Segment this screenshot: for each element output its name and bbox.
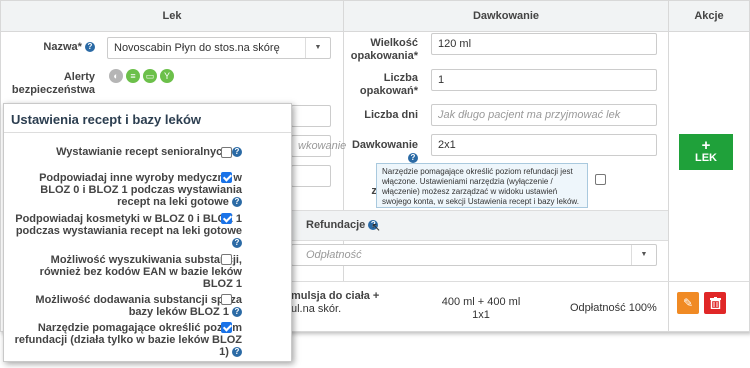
wielkosc-label: Wielkość opakowania* [350,37,418,62]
setting-label: Możliwość wyszukiwania substancji, równi… [39,254,242,290]
settings-panel: Ustawienia recept i bazy leków Wystawian… [3,103,292,362]
setting-label: Podpowiadaj inne wyroby medyczne w BLOZ … [39,172,242,208]
refundacje-tooltip: Narzędzie pomagające określić poziom ref… [376,163,588,208]
help-icon[interactable]: ? [85,42,95,53]
dawkowanie-input[interactable]: 2x1 [431,134,657,156]
glass-icon[interactable]: Y [160,69,174,83]
setting-label: Podpowiadaj kosmetyki w BLOZ 0 i BLOZ 1 … [15,213,242,249]
nazwa-label: Nazwa* ? [31,41,95,54]
setting-checkbox-cosmetics[interactable] [221,213,232,224]
list-item-quantity: 400 ml + 400 ml 1x1 [441,296,521,321]
setting-label: Możliwość dodawania substancji spoza baz… [35,294,242,318]
setting-checkbox-medical-products[interactable] [221,172,232,183]
header-akcje: Akcje [669,1,749,32]
liczba-opakowan-label: Liczba opakowań* [359,72,418,97]
header-dawkowanie: Dawkowanie [344,1,668,32]
checkbox[interactable] [595,174,606,185]
header-lek: Lek [1,1,343,32]
help-icon[interactable]: ? [232,347,242,358]
setting-checkbox-refund-tool[interactable] [221,322,232,333]
help-icon[interactable]: ? [232,147,242,158]
list-item-drug: mulsja do ciała + ul.na skór. [291,290,380,315]
help-icon[interactable]: ? [408,153,418,164]
dawkowanie-label: Dawkowanie? [351,139,418,164]
chevron-down-icon: ▼ [631,245,656,265]
settings-title-bar: Ustawienia recept i bazy leków [4,104,291,133]
settings-title: Ustawienia recept i bazy leków [11,112,202,127]
plus-icon: + [701,137,711,154]
car-icon[interactable]: ▭ [143,69,157,83]
alerty-label: Alerty bezpieczeństwa [11,71,95,96]
chat-icon[interactable]: ≡ [126,69,140,83]
pencil-icon[interactable]: ✎ [677,292,699,314]
refundacje-select[interactable]: Odpłatność ▼ [291,244,657,266]
liczba-dni-input[interactable]: Jak długo pacjent ma przyjmować lek [431,104,657,126]
liczba-opakowan-input[interactable]: 1 [431,69,657,91]
add-drug-button-label: LEK [695,152,717,164]
divider [291,281,749,282]
safety-alert-icons: ◐ ≡ ▭ Y [109,69,177,83]
chevron-down-icon: ▼ [305,38,330,58]
setting-label: Wystawianie recept senioralnych ? [12,146,242,160]
hidden-field[interactable] [291,105,331,127]
hidden-field[interactable]: wkowanie [291,135,346,157]
add-drug-button[interactable]: + LEK [679,134,733,170]
wielkosc-input[interactable]: 120 ml [431,33,657,55]
liczba-dni-label: Liczba dni [364,109,418,121]
moon-icon[interactable]: ◐ [109,69,123,83]
setting-checkbox-seniors[interactable] [221,147,232,158]
hidden-field[interactable] [291,165,331,187]
setting-checkbox-search-substances[interactable] [221,254,232,265]
trash-icon[interactable] [704,292,726,314]
help-icon[interactable]: ? [232,197,242,208]
setting-label: Narzędzie pomagające określić poziom ref… [14,322,242,358]
cursor-icon: ↖ [371,220,382,234]
help-icon[interactable]: ? [232,238,242,249]
setting-checkbox-add-substances[interactable] [221,294,232,305]
nazwa-select[interactable]: Novoscabin Płyn do stos.na skórę ▼ [107,37,331,59]
help-icon[interactable]: ? [232,307,242,318]
list-item-odplatnosc: Odpłatność 100% [570,302,657,314]
